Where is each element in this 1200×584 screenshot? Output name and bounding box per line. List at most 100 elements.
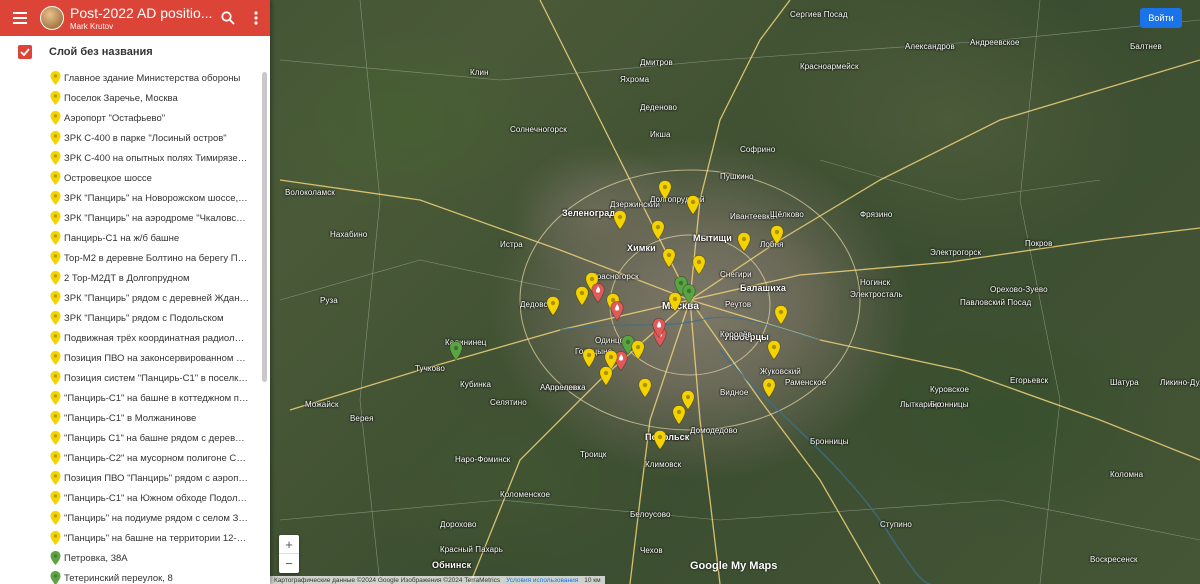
marker-icon (651, 220, 665, 240)
placemark-marker[interactable] (762, 378, 776, 398)
list-item-label: Главное здание Министерства обороны (64, 72, 241, 84)
place-label: Дмитров (640, 58, 673, 67)
list-item[interactable]: Главное здание Министерства обороны (0, 68, 262, 88)
place-label: Коломенское (500, 490, 551, 499)
list-item-label: "Панцирь С1" на башне рядом с деревней..… (64, 432, 249, 444)
list-item[interactable]: Позиция ПВО "Панцирь" рядом с аэропор... (0, 468, 262, 488)
placemark-marker[interactable] (651, 220, 665, 240)
place-label: Сергиев Посад (790, 10, 848, 19)
zoom-out-button[interactable]: − (279, 554, 299, 573)
place-label: Бронницы (810, 437, 849, 446)
list-item[interactable]: Позиция ПВО на законсервированном му... (0, 348, 262, 368)
placemark-marker[interactable] (682, 284, 696, 304)
place-label: Белоусово (630, 510, 671, 519)
place-label: Икша (650, 130, 671, 139)
list-item[interactable]: Аэропорт "Остафьево" (0, 108, 262, 128)
login-button[interactable]: Войти (1140, 8, 1182, 28)
layer-checkbox[interactable] (18, 45, 32, 59)
list-item[interactable]: ЗРК "Панцирь" на Новорожском шоссе, 3... (0, 188, 262, 208)
fire-marker[interactable] (591, 283, 605, 303)
list-item[interactable]: Тор-М2 в деревне Болтино на берегу Пир..… (0, 248, 262, 268)
place-label: Верея (350, 414, 374, 423)
placemark-marker[interactable] (662, 248, 676, 268)
place-label: Кубинка (460, 380, 492, 389)
placemark-icon (50, 71, 61, 85)
list-item[interactable]: Петровка, 38А (0, 548, 262, 568)
list-item[interactable]: Подвижная трёх координатная радиолок... (0, 328, 262, 348)
zoom-in-button[interactable]: + (279, 535, 299, 554)
map-title[interactable]: Post-2022 AD positio... (70, 5, 214, 21)
checkmark-icon (20, 48, 30, 56)
place-label: Шатура (1110, 378, 1139, 387)
search-button[interactable] (214, 0, 242, 36)
list-item[interactable]: ЗРК "Панцирь" рядом с деревней Жданово (0, 288, 262, 308)
list-item[interactable]: "Панцирь-С1" на Южном обходе Подольска (0, 488, 262, 508)
fire-marker[interactable] (652, 318, 666, 338)
place-label: Воскресенск (1090, 555, 1138, 564)
placemark-marker[interactable] (692, 255, 706, 275)
placemark-icon (50, 571, 61, 584)
menu-button[interactable] (0, 0, 40, 36)
placemark-marker[interactable] (449, 341, 463, 361)
placemark-marker[interactable] (653, 430, 667, 450)
marker-icon (599, 366, 613, 386)
placemark-marker[interactable] (774, 305, 788, 325)
placemark-icon (50, 311, 61, 325)
placemark-marker[interactable] (613, 210, 627, 230)
list-item-label: Аэропорт "Остафьево" (64, 112, 166, 124)
list-item[interactable]: "Панцирь-С1" в Молжанинове (0, 408, 262, 428)
list-item[interactable]: ЗРК С-400 в парке "Лосиный остров" (0, 128, 262, 148)
marker-icon (692, 255, 706, 275)
list-item[interactable]: Панцирь-С1 на ж/б башне (0, 228, 262, 248)
placemark-marker[interactable] (672, 405, 686, 425)
list-item[interactable]: 2 Тор-М2ДТ в Долгопрудном (0, 268, 262, 288)
placemark-icon (50, 271, 61, 285)
list-item[interactable]: "Панцирь" на подиуме рядом с селом Зел..… (0, 508, 262, 528)
placemark-marker[interactable] (575, 286, 589, 306)
placemark-marker[interactable] (767, 340, 781, 360)
placemark-marker[interactable] (599, 366, 613, 386)
placemark-marker[interactable] (631, 340, 645, 360)
list-scrollbar[interactable] (262, 72, 267, 382)
fire-marker[interactable] (610, 301, 624, 321)
layer-row[interactable]: Слой без названия (0, 36, 270, 68)
terms-link[interactable]: Условия использования (506, 577, 578, 584)
list-item[interactable]: ЗРК "Панцирь" рядом с Подольском (0, 308, 262, 328)
placemark-icon (50, 531, 61, 545)
list-item-label: Тор-М2 в деревне Болтино на берегу Пир..… (64, 252, 249, 264)
marker-icon (582, 348, 596, 368)
placemark-icon (50, 91, 61, 105)
list-item[interactable]: "Панцирь С1" на башне рядом с деревней..… (0, 428, 262, 448)
place-label: Лыткарино (900, 400, 942, 409)
list-item[interactable]: "Панцирь-С2" на мусорном полигоне Сал... (0, 448, 262, 468)
list-item[interactable]: ЗРК "Панцирь" на аэродроме "Чкаловский" (0, 208, 262, 228)
list-item-label: Позиция ПВО "Панцирь" рядом с аэропор... (64, 472, 249, 484)
search-icon (221, 11, 235, 25)
marker-icon (546, 296, 560, 316)
placemark-marker[interactable] (686, 195, 700, 215)
placemark-marker[interactable] (638, 378, 652, 398)
place-label: Ногинск (860, 278, 891, 287)
list-item[interactable]: Позиция систем "Панцирь-С1" в поселке ..… (0, 368, 262, 388)
place-label: Балашиха (740, 283, 787, 293)
list-item-label: "Панцирь-С1" в Молжанинове (64, 412, 197, 424)
placemark-marker[interactable] (546, 296, 560, 316)
placemark-marker[interactable] (770, 225, 784, 245)
place-label: Домодедово (690, 426, 738, 435)
list-item[interactable]: Поселок Заречье, Москва (0, 88, 262, 108)
list-item[interactable]: "Панцирь" на башне на территории 12-го .… (0, 528, 262, 548)
place-label: Руза (320, 296, 338, 305)
marker-icon (658, 180, 672, 200)
placemark-list: Главное здание Министерства обороны Посел… (0, 68, 262, 584)
list-item[interactable]: Тетеринский переулок, 8 (0, 568, 262, 584)
list-item[interactable]: ЗРК С-400 на опытных полях Тимирязевс... (0, 148, 262, 168)
zoom-control: + − (279, 535, 299, 573)
placemark-marker[interactable] (737, 232, 751, 252)
marker-icon (653, 430, 667, 450)
placemark-marker[interactable] (582, 348, 596, 368)
more-options-button[interactable] (242, 0, 270, 36)
list-item[interactable]: "Панцирь-С1" на башне в коттеджном пос..… (0, 388, 262, 408)
placemark-marker[interactable] (658, 180, 672, 200)
placemark-icon (50, 171, 61, 185)
list-item[interactable]: Островецкое шоссе (0, 168, 262, 188)
